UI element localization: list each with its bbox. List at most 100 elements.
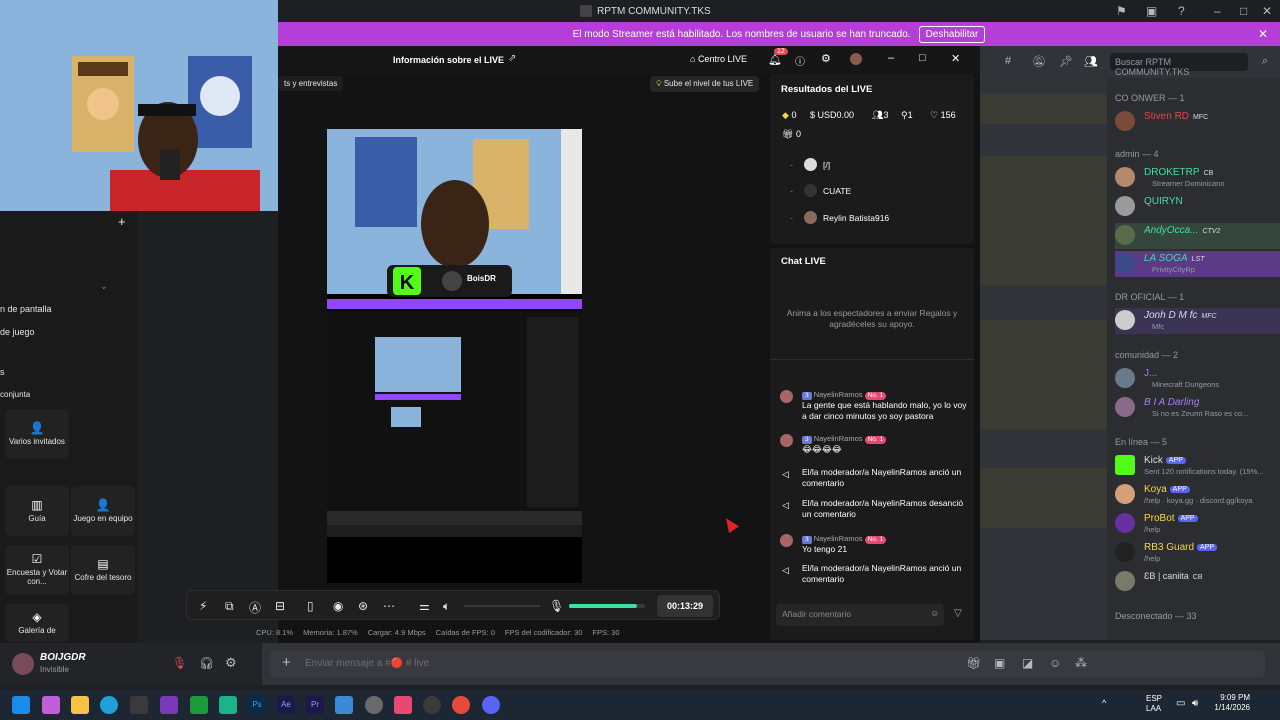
guide-tile[interactable]: ▥ Guía xyxy=(5,486,69,536)
disable-button[interactable]: Deshabilitar xyxy=(918,25,986,43)
photos-icon[interactable] xyxy=(335,696,353,714)
phone-icon[interactable]: ▯ xyxy=(307,599,314,613)
xbox-icon[interactable] xyxy=(190,696,208,714)
viewer-row[interactable]: - CUATE xyxy=(790,184,851,197)
tiktok-live-icon[interactable] xyxy=(394,696,412,714)
member-row[interactable]: RB3 Guard APP/help xyxy=(1115,540,1280,566)
sticker-icon[interactable]: ◪ xyxy=(1022,656,1033,670)
chatgpt-icon[interactable] xyxy=(219,696,237,714)
server-search-input[interactable]: Buscar RPTM COMMUNITY.TKS xyxy=(1110,53,1248,77)
clock[interactable]: 9:09 PM 1/14/2026 xyxy=(1214,693,1270,714)
member-row[interactable]: J... Minecraft Dungeons xyxy=(1115,366,1280,392)
store-icon[interactable] xyxy=(130,696,148,714)
banner-close-icon[interactable]: ✕ xyxy=(1258,27,1268,41)
mic-level-slider[interactable] xyxy=(569,604,645,608)
share-icon[interactable]: ⇗ xyxy=(508,53,516,64)
topic-tag[interactable]: ts y entrevistas xyxy=(278,76,344,91)
overlay-icon[interactable]: ⧉ xyxy=(225,599,234,614)
member-row[interactable]: ProBot APP/help xyxy=(1115,511,1280,537)
add-icon[interactable]: + xyxy=(118,214,126,229)
maximize-icon[interactable]: □ xyxy=(1240,4,1247,18)
more-icon[interactable]: ⋯ xyxy=(383,599,395,613)
settings-icon[interactable]: ⚙ xyxy=(821,52,831,65)
file-explorer-icon[interactable] xyxy=(71,696,89,714)
attach-plus-icon[interactable]: + xyxy=(282,654,291,671)
member-row[interactable]: LA SOGA LST PrivityCityRp xyxy=(1115,251,1280,277)
username[interactable]: BOIJGDR xyxy=(40,652,86,663)
message-input[interactable]: + Enviar mensaje a #🔴 # live 🎁︎ ▣ ◪ ☺ ⁂ xyxy=(270,650,1265,678)
camera-switch-icon[interactable]: ⊛ xyxy=(358,599,368,613)
network-icon[interactable]: ▭ xyxy=(1176,698,1185,709)
members-icon[interactable]: 👥︎ xyxy=(1084,55,1098,68)
help-icon[interactable]: ? xyxy=(1178,4,1185,18)
screen-source-item[interactable]: n de pantalla xyxy=(0,304,52,314)
gallery-tile[interactable]: ◈ Galería de xyxy=(5,604,69,642)
poll-tile[interactable]: ☑ Encuesta y Votar con... xyxy=(5,545,69,595)
edge-icon[interactable] xyxy=(100,696,118,714)
member-row[interactable]: Jonh D M fc MFC Mfc xyxy=(1115,308,1280,334)
tray-chevron-icon[interactable]: ^ xyxy=(1102,698,1106,708)
mute-icon[interactable]: 🔕︎ xyxy=(1032,55,1046,68)
volume-icon[interactable]: 🔈︎ xyxy=(443,599,450,614)
game-source-item[interactable]: de juego xyxy=(0,327,35,337)
app-icon[interactable] xyxy=(160,696,178,714)
magic-icon[interactable]: ⚡︎ xyxy=(199,599,207,613)
monitor-icon[interactable]: ▣ xyxy=(1146,4,1157,18)
microphone-icon[interactable]: 🎙︎ xyxy=(549,599,564,613)
obs-icon[interactable] xyxy=(423,696,441,714)
emoji-icon[interactable]: ☺ xyxy=(1049,656,1061,670)
team-play-tile[interactable]: 👤 Juego en equipo xyxy=(71,486,135,536)
inbox-icon[interactable]: ⚑ xyxy=(1116,4,1127,18)
screen-icon[interactable]: ⊟ xyxy=(275,599,285,613)
help-circle-icon[interactable]: ⓘ xyxy=(795,53,805,68)
live-info-title[interactable]: Información sobre el LIVE xyxy=(393,55,504,65)
chat-message[interactable]: 3 NayelinRamos No. 1 La gente que está h… xyxy=(780,390,970,421)
member-row[interactable]: QUIRYN xyxy=(1115,194,1280,220)
member-row[interactable]: AndyOcca... CTV2 xyxy=(1115,223,1280,249)
close-icon[interactable]: ✕ xyxy=(951,52,960,65)
maximize-icon[interactable]: □ xyxy=(919,52,926,64)
language-indicator[interactable]: ESP LAA xyxy=(1146,694,1162,715)
multi-guest-tile[interactable]: 👤 Varios invitados xyxy=(5,409,69,459)
volume-slider[interactable] xyxy=(464,605,540,607)
member-row[interactable]: Stiven RD MFC xyxy=(1115,109,1280,135)
chat-message[interactable]: 3 NayelinRamos No. 1 😂😂😂😂 xyxy=(780,434,970,455)
threads-icon[interactable]: # xyxy=(1005,55,1011,67)
user-avatar[interactable] xyxy=(12,653,34,675)
sliders-icon[interactable]: ⚌ xyxy=(419,599,430,613)
member-row[interactable]: DROKETRP CB Streamer Dominicano xyxy=(1115,165,1280,191)
member-row[interactable]: Kick APP Sent 120 notifications today. (15… xyxy=(1115,453,1280,479)
photoshop-icon[interactable]: Ps xyxy=(248,696,266,714)
emoji-icon[interactable]: ☺ xyxy=(930,608,939,618)
live-center-button[interactable]: ⌂ Centro LIVE xyxy=(690,54,747,64)
pin-icon[interactable]: 📌︎ xyxy=(1059,55,1073,68)
chevron-down-icon[interactable]: ⌄ xyxy=(100,281,108,292)
search-icon[interactable]: ⌕ xyxy=(1262,55,1268,68)
profile-avatar[interactable] xyxy=(850,53,862,65)
viewer-row[interactable]: - [/] xyxy=(790,158,830,171)
chrome-icon[interactable] xyxy=(452,696,470,714)
start-icon[interactable] xyxy=(12,696,30,714)
speaker-icon[interactable]: 🔊︎ xyxy=(1192,698,1198,709)
treasure-chest-tile[interactable]: ▤ Cofre del tesoro xyxy=(71,545,135,595)
minimize-icon[interactable]: – xyxy=(1214,4,1221,18)
member-row[interactable]: ƐB | caniita CB xyxy=(1115,569,1280,595)
settings-icon[interactable] xyxy=(365,696,383,714)
comment-input[interactable]: Añadir comentario ☺ xyxy=(776,604,944,626)
mic-muted-icon[interactable]: 🎙︎ xyxy=(172,656,187,670)
apps-icon[interactable]: ⁂ xyxy=(1075,656,1087,670)
headphones-icon[interactable]: 🎧︎ xyxy=(199,656,214,670)
gift-icon[interactable]: 🎁︎ xyxy=(966,656,981,670)
premiere-icon[interactable]: Pr xyxy=(306,696,324,714)
user-settings-icon[interactable]: ⚙ xyxy=(225,655,237,671)
record-icon[interactable]: ◉ xyxy=(333,599,343,613)
minimize-icon[interactable]: – xyxy=(888,52,894,64)
member-row[interactable]: B I A Darling Si no es Zeumt Raso es co..… xyxy=(1115,395,1280,421)
ai-icon[interactable]: Ⓐ xyxy=(249,599,261,616)
discord-icon[interactable] xyxy=(482,696,500,714)
copilot-icon[interactable] xyxy=(42,696,60,714)
after-effects-icon[interactable]: Ae xyxy=(277,696,295,714)
filter-icon[interactable]: ▽ xyxy=(954,608,962,619)
member-row[interactable]: Koya APP/help · koya.gg · discord.gg/koya xyxy=(1115,482,1280,508)
chat-message[interactable]: 3 NayelinRamos No. 1 Yo tengo 21 xyxy=(780,534,970,555)
